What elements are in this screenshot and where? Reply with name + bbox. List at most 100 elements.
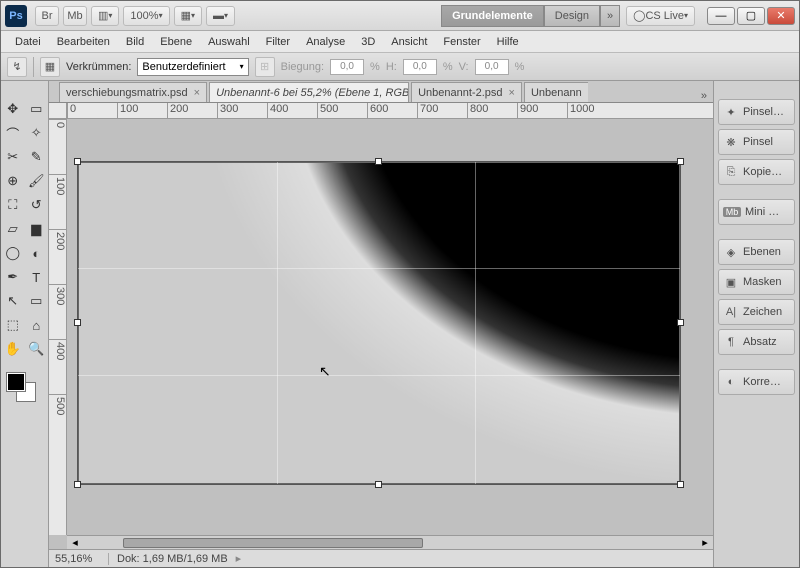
doc-tab-active[interactable]: Unbenannt-6 bei 55,2% (Ebene 1, RGB/8) *… xyxy=(209,82,409,102)
marquee-tool[interactable]: ▭ xyxy=(25,97,49,121)
pct-label: % xyxy=(370,61,380,73)
dodge-tool[interactable]: ◐ xyxy=(25,241,49,265)
transform-bbox[interactable] xyxy=(77,161,681,485)
document-tabs: verschiebungsmatrix.psd× Unbenannt-6 bei… xyxy=(49,81,713,103)
zoom-tool[interactable]: 🔍 xyxy=(25,337,49,361)
paragraph-icon: ¶ xyxy=(723,336,739,348)
handle-bc[interactable] xyxy=(375,481,382,488)
menu-bild[interactable]: Bild xyxy=(118,34,152,50)
doc-tab-label: Unbenannt-2.psd xyxy=(418,87,502,99)
gradient-tool[interactable]: ▆ xyxy=(25,217,49,241)
zoom-level-button[interactable]: 100% ▾ xyxy=(123,6,169,26)
foreground-swatch[interactable] xyxy=(7,373,25,391)
eraser-tool[interactable]: ▱ xyxy=(1,217,25,241)
handle-br[interactable] xyxy=(677,481,684,488)
shape-tool[interactable]: ▭ xyxy=(25,289,49,313)
scroll-thumb[interactable] xyxy=(123,538,423,548)
handle-ml[interactable] xyxy=(74,319,81,326)
stamp-tool[interactable]: ⛶ xyxy=(1,193,25,217)
menu-filter[interactable]: Filter xyxy=(258,34,298,50)
handle-tl[interactable] xyxy=(74,158,81,165)
panel-masken[interactable]: ▣Masken xyxy=(718,269,795,295)
panel-pinsel[interactable]: ❋Pinsel xyxy=(718,129,795,155)
menu-hilfe[interactable]: Hilfe xyxy=(489,34,527,50)
type-tool[interactable]: T xyxy=(25,265,49,289)
titlebar: Ps Br Mb ▥ ▾ 100% ▾ ▦ ▾ ▬ ▾ Grundelement… xyxy=(1,1,799,31)
pct-label-2: % xyxy=(443,61,453,73)
workspace-more-button[interactable]: » xyxy=(600,5,620,27)
view-mode-button[interactable]: ▥ ▾ xyxy=(91,6,119,26)
menu-fenster[interactable]: Fenster xyxy=(435,34,488,50)
doc-tab[interactable]: Unbenann xyxy=(524,82,588,102)
app-window: Ps Br Mb ▥ ▾ 100% ▾ ▦ ▾ ▬ ▾ Grundelement… xyxy=(0,0,800,568)
character-icon: A| xyxy=(723,306,739,318)
heal-tool[interactable]: ⊕ xyxy=(1,169,25,193)
screen-mode-icon: ▬ xyxy=(213,10,224,22)
menu-3d[interactable]: 3D xyxy=(353,34,383,50)
panel-zeichen[interactable]: A|Zeichen xyxy=(718,299,795,325)
history-brush-tool[interactable]: ↺ xyxy=(25,193,49,217)
color-swatches[interactable] xyxy=(1,369,48,405)
menu-datei[interactable]: Datei xyxy=(7,34,49,50)
h-field[interactable]: 0,0 xyxy=(403,59,437,75)
doc-size-readout[interactable]: Dok: 1,69 MB/1,69 MB xyxy=(109,553,236,565)
arrange-button-1[interactable]: ▦ ▾ xyxy=(174,6,202,26)
panel-absatz[interactable]: ¶Absatz xyxy=(718,329,795,355)
menu-ebene[interactable]: Ebene xyxy=(152,34,200,50)
handle-bl[interactable] xyxy=(74,481,81,488)
workspace-grundelemente[interactable]: Grundelemente xyxy=(441,5,544,27)
warp-grid-icon[interactable]: ▦ xyxy=(40,57,60,77)
lasso-tool[interactable]: ⌒ xyxy=(1,121,25,145)
tabs-overflow-button[interactable]: » xyxy=(695,90,713,102)
menu-analyse[interactable]: Analyse xyxy=(298,34,353,50)
ruler-vertical[interactable]: 0100200300400500 xyxy=(49,119,67,535)
blur-tool[interactable]: ◯ xyxy=(1,241,25,265)
panel-pinsel-preset[interactable]: ✦Pinsel… xyxy=(718,99,795,125)
ruler-origin[interactable] xyxy=(49,103,67,119)
handle-mr[interactable] xyxy=(677,319,684,326)
maximize-button[interactable]: ▢ xyxy=(737,7,765,25)
move-tool[interactable]: ✥ xyxy=(1,97,25,121)
doc-tab[interactable]: Unbenannt-2.psd × xyxy=(411,82,522,102)
zoom-readout[interactable]: 55,16% xyxy=(49,553,109,565)
panel-korrekturen[interactable]: ◐Korre… xyxy=(718,369,795,395)
menu-auswahl[interactable]: Auswahl xyxy=(200,34,258,50)
panel-ebenen[interactable]: ◈Ebenen xyxy=(718,239,795,265)
handle-tc[interactable] xyxy=(375,158,382,165)
3d-tool[interactable]: ⬚ xyxy=(1,313,25,337)
canvas-viewport[interactable]: 01002003004005006007008009001000 0100200… xyxy=(49,103,713,549)
crop-tool[interactable]: ✂ xyxy=(1,145,25,169)
ruler-horizontal[interactable]: 01002003004005006007008009001000 xyxy=(67,103,713,119)
scrollbar-horizontal[interactable]: ◂ ▸ xyxy=(67,535,713,549)
workspace-design[interactable]: Design xyxy=(544,5,600,27)
menubar: Datei Bearbeiten Bild Ebene Auswahl Filt… xyxy=(1,31,799,53)
v-field[interactable]: 0,0 xyxy=(475,59,509,75)
minimize-button[interactable]: — xyxy=(707,7,735,25)
tab-close-icon[interactable]: × xyxy=(194,87,200,99)
bridge-button[interactable]: Br xyxy=(35,6,59,26)
tab-close-icon[interactable]: × xyxy=(509,87,515,99)
cslive-button[interactable]: ◯ CS Live ▾ xyxy=(626,6,695,26)
bend-field[interactable]: 0,0 xyxy=(330,59,364,75)
eyedropper-tool[interactable]: ✎ xyxy=(25,145,49,169)
panel-minibridge[interactable]: MbMini … xyxy=(718,199,795,225)
brush-tool[interactable]: 🖌 xyxy=(25,169,49,193)
arrange-button-2[interactable]: ▬ ▾ xyxy=(206,6,235,26)
clone-icon: ⎘ xyxy=(723,166,739,179)
minibridge-button[interactable]: Mb xyxy=(63,6,87,26)
camera-tool[interactable]: ⌂ xyxy=(25,313,49,337)
doc-tab[interactable]: verschiebungsmatrix.psd× xyxy=(59,82,207,102)
warp-preset-value: Benutzerdefiniert xyxy=(142,61,225,73)
pen-tool[interactable]: ✒ xyxy=(1,265,25,289)
menu-ansicht[interactable]: Ansicht xyxy=(383,34,435,50)
menu-bearbeiten[interactable]: Bearbeiten xyxy=(49,34,118,50)
close-button[interactable]: ✕ xyxy=(767,7,795,25)
hand-tool[interactable]: ✋ xyxy=(1,337,25,361)
path-tool[interactable]: ↖ xyxy=(1,289,25,313)
handle-tr[interactable] xyxy=(677,158,684,165)
transform-icon[interactable]: ↯ xyxy=(7,57,27,77)
warp-preset-select[interactable]: Benutzerdefiniert▾ xyxy=(137,58,248,76)
wand-tool[interactable]: ✧ xyxy=(25,121,49,145)
panel-kopie[interactable]: ⎘Kopie… xyxy=(718,159,795,185)
v-label: V: xyxy=(459,61,469,73)
